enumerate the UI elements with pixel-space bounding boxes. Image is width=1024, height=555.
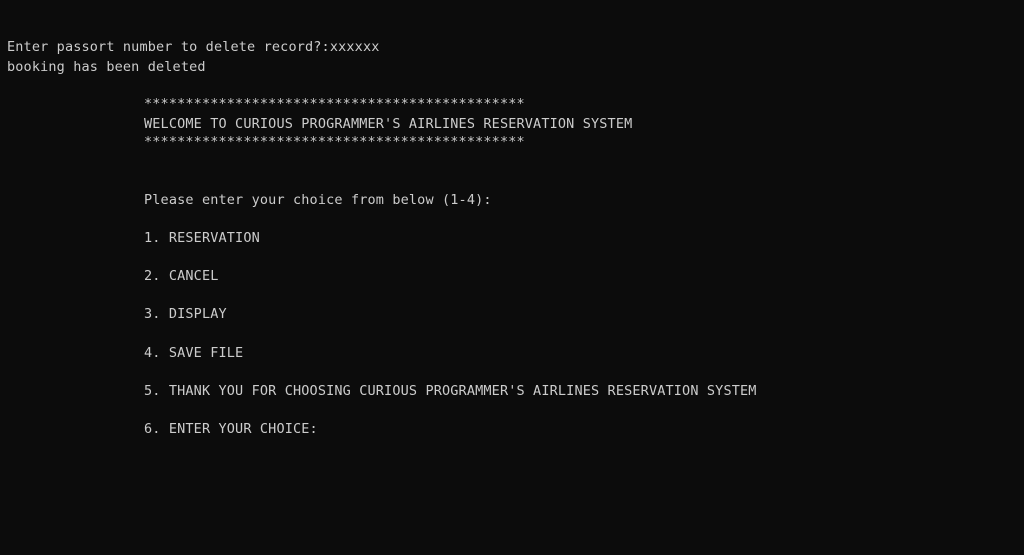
menu-item-cancel: 2. CANCEL (144, 268, 219, 284)
menu-item-reservation: 1. RESERVATION (144, 230, 260, 246)
delete-prompt-line: Enter passort number to delete record?:x… (7, 39, 380, 55)
menu-item-enter-choice: 6. ENTER YOUR CHOICE: (144, 421, 318, 437)
banner-border-top: ****************************************… (144, 96, 525, 112)
menu-item-save-file: 4. SAVE FILE (144, 345, 244, 361)
delete-status-line: booking has been deleted (7, 59, 206, 75)
banner-border-bottom: ****************************************… (144, 134, 525, 150)
console-window[interactable]: Enter passort number to delete record?:x… (0, 0, 1024, 555)
menu-item-thank-you: 5. THANK YOU FOR CHOOSING CURIOUS PROGRA… (144, 383, 757, 399)
menu-item-display: 3. DISPLAY (144, 306, 227, 322)
banner-title: WELCOME TO CURIOUS PROGRAMMER'S AIRLINES… (144, 116, 633, 132)
menu-prompt: Please enter your choice from below (1-4… (144, 192, 492, 208)
